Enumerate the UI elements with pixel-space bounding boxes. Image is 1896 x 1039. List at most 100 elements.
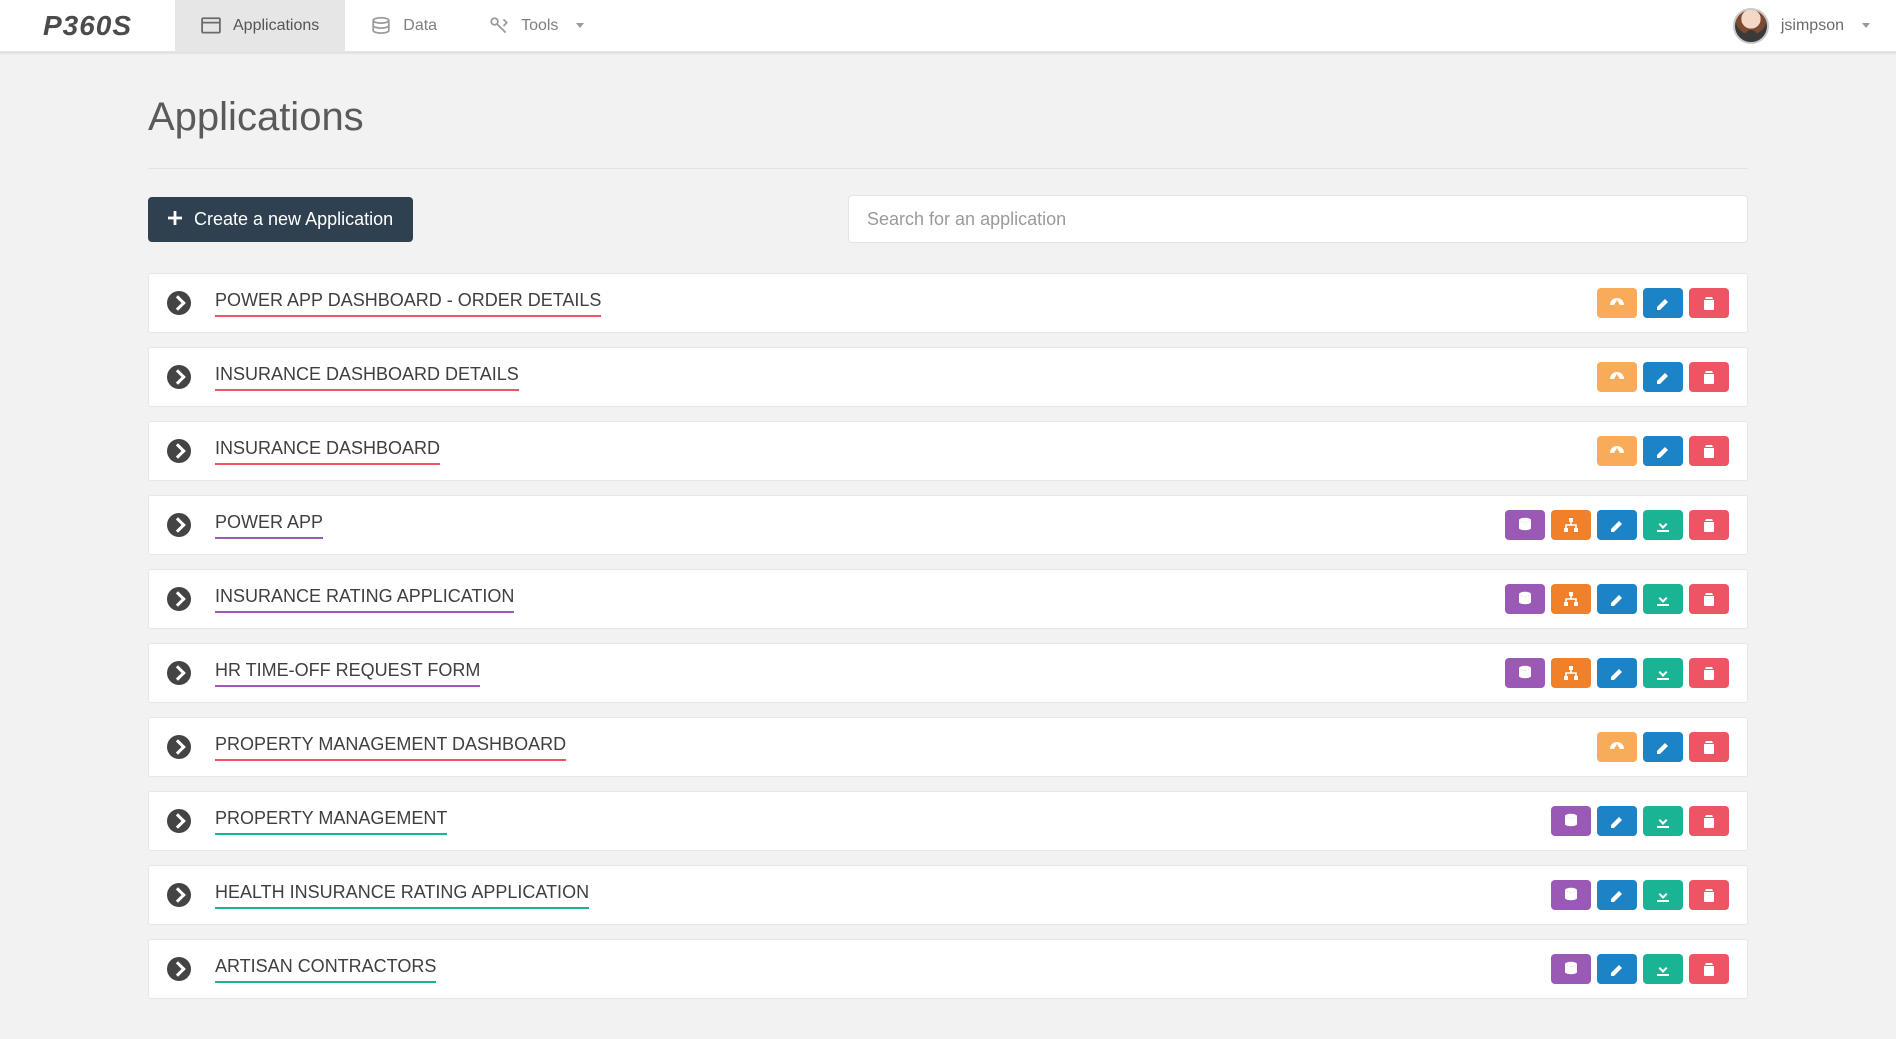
edit-button[interactable] — [1643, 288, 1683, 318]
application-name[interactable]: INSURANCE DASHBOARD — [215, 438, 440, 465]
application-row: HR TIME-OFF REQUEST FORM — [148, 643, 1748, 703]
delete-button[interactable] — [1689, 732, 1729, 762]
database-icon — [371, 16, 391, 36]
topbar: P360S Applications Data Tools jsimpson — [0, 0, 1896, 52]
delete-button[interactable] — [1689, 658, 1729, 688]
download-button[interactable] — [1643, 510, 1683, 540]
page-container: Applications Create a new Application PO… — [148, 55, 1748, 1039]
create-application-button[interactable]: Create a new Application — [148, 197, 413, 242]
toolbar: Create a new Application — [148, 195, 1748, 243]
application-name[interactable]: POWER APP DASHBOARD - ORDER DETAILS — [215, 290, 601, 317]
dashboard-button[interactable] — [1597, 362, 1637, 392]
edit-button[interactable] — [1643, 732, 1683, 762]
dashboard-button[interactable] — [1597, 436, 1637, 466]
application-row: ARTISAN CONTRACTORS — [148, 939, 1748, 999]
application-row: INSURANCE DASHBOARD — [148, 421, 1748, 481]
edit-button[interactable] — [1643, 362, 1683, 392]
download-button[interactable] — [1643, 806, 1683, 836]
edit-button[interactable] — [1597, 954, 1637, 984]
org-button[interactable] — [1551, 584, 1591, 614]
application-row: HEALTH INSURANCE RATING APPLICATION — [148, 865, 1748, 925]
org-button[interactable] — [1551, 658, 1591, 688]
open-application-icon[interactable] — [167, 735, 191, 759]
edit-button[interactable] — [1597, 510, 1637, 540]
row-actions — [1505, 584, 1729, 614]
delete-button[interactable] — [1689, 806, 1729, 836]
delete-button[interactable] — [1689, 584, 1729, 614]
data-button[interactable] — [1551, 954, 1591, 984]
open-application-icon[interactable] — [167, 809, 191, 833]
application-row: PROPERTY MANAGEMENT DASHBOARD — [148, 717, 1748, 777]
delete-button[interactable] — [1689, 288, 1729, 318]
application-name[interactable]: PROPERTY MANAGEMENT — [215, 808, 447, 835]
create-label: Create a new Application — [194, 209, 393, 230]
application-row: POWER APP — [148, 495, 1748, 555]
edit-button[interactable] — [1597, 658, 1637, 688]
tools-icon — [489, 16, 509, 36]
open-application-icon[interactable] — [167, 365, 191, 389]
application-name[interactable]: PROPERTY MANAGEMENT DASHBOARD — [215, 734, 566, 761]
user-menu[interactable]: jsimpson — [1707, 0, 1896, 51]
application-row: INSURANCE RATING APPLICATION — [148, 569, 1748, 629]
main-nav: Applications Data Tools — [175, 0, 610, 51]
dashboard-button[interactable] — [1597, 288, 1637, 318]
nav-label: Applications — [233, 17, 319, 35]
avatar — [1733, 8, 1769, 44]
download-button[interactable] — [1643, 880, 1683, 910]
application-name[interactable]: ARTISAN CONTRACTORS — [215, 956, 436, 983]
application-row: PROPERTY MANAGEMENT — [148, 791, 1748, 851]
download-button[interactable] — [1643, 658, 1683, 688]
open-application-icon[interactable] — [167, 513, 191, 537]
download-button[interactable] — [1643, 584, 1683, 614]
row-actions — [1505, 510, 1729, 540]
application-name[interactable]: HEALTH INSURANCE RATING APPLICATION — [215, 882, 589, 909]
edit-button[interactable] — [1597, 584, 1637, 614]
delete-button[interactable] — [1689, 436, 1729, 466]
row-actions — [1551, 954, 1729, 984]
delete-button[interactable] — [1689, 362, 1729, 392]
row-actions — [1505, 658, 1729, 688]
edit-button[interactable] — [1597, 806, 1637, 836]
brand-text: P360S — [43, 10, 132, 42]
edit-button[interactable] — [1643, 436, 1683, 466]
data-button[interactable] — [1551, 880, 1591, 910]
data-button[interactable] — [1551, 806, 1591, 836]
application-row: POWER APP DASHBOARD - ORDER DETAILS — [148, 273, 1748, 333]
row-actions — [1597, 436, 1729, 466]
data-button[interactable] — [1505, 584, 1545, 614]
org-button[interactable] — [1551, 510, 1591, 540]
open-application-icon[interactable] — [167, 957, 191, 981]
application-name[interactable]: INSURANCE DASHBOARD DETAILS — [215, 364, 519, 391]
row-actions — [1597, 732, 1729, 762]
delete-button[interactable] — [1689, 954, 1729, 984]
nav-label: Tools — [521, 17, 558, 35]
nav-applications[interactable]: Applications — [175, 0, 345, 51]
dashboard-button[interactable] — [1597, 732, 1637, 762]
nav-tools[interactable]: Tools — [463, 0, 610, 51]
data-button[interactable] — [1505, 658, 1545, 688]
search-input[interactable] — [848, 195, 1748, 243]
open-application-icon[interactable] — [167, 661, 191, 685]
open-application-icon[interactable] — [167, 439, 191, 463]
open-application-icon[interactable] — [167, 587, 191, 611]
data-button[interactable] — [1505, 510, 1545, 540]
plus-icon — [168, 209, 182, 230]
delete-button[interactable] — [1689, 510, 1729, 540]
delete-button[interactable] — [1689, 880, 1729, 910]
download-button[interactable] — [1643, 954, 1683, 984]
application-name[interactable]: POWER APP — [215, 512, 323, 539]
divider — [148, 168, 1748, 169]
chevron-down-icon — [1862, 23, 1870, 28]
row-actions — [1597, 362, 1729, 392]
application-name[interactable]: HR TIME-OFF REQUEST FORM — [215, 660, 480, 687]
row-actions — [1597, 288, 1729, 318]
application-name[interactable]: INSURANCE RATING APPLICATION — [215, 586, 514, 613]
nav-data[interactable]: Data — [345, 0, 463, 51]
open-application-icon[interactable] — [167, 883, 191, 907]
edit-button[interactable] — [1597, 880, 1637, 910]
row-actions — [1551, 806, 1729, 836]
application-row: INSURANCE DASHBOARD DETAILS — [148, 347, 1748, 407]
chevron-down-icon — [576, 23, 584, 28]
brand-logo[interactable]: P360S — [0, 0, 175, 51]
open-application-icon[interactable] — [167, 291, 191, 315]
